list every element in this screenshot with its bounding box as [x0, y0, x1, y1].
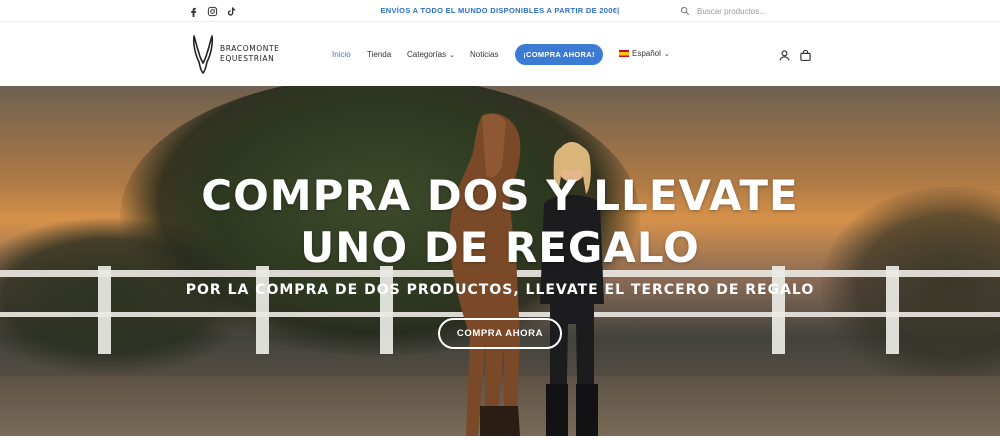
nav-inicio[interactable]: Inicio — [332, 50, 351, 59]
hero-buy-now-button[interactable]: COMPRA AHORA — [438, 318, 562, 349]
nav-tienda[interactable]: Tienda — [367, 50, 391, 59]
shopping-bag-icon[interactable] — [799, 49, 812, 62]
search-input[interactable] — [697, 6, 867, 16]
logo-text-line2: EQUESTRIAN — [220, 54, 275, 63]
main-header: BRACOMONTE EQUESTRIAN Inicio Tienda Cate… — [0, 22, 1000, 86]
search-icon[interactable] — [680, 6, 690, 16]
hero-banner: COMPRA DOS Y LLEVATE UNO DE REGALO POR L… — [0, 86, 1000, 436]
hero-headline-line1: COMPRA DOS Y LLEVATE — [201, 171, 799, 220]
top-bar: ENVÍOS A TODO EL MUNDO DISPONIBLES A PAR… — [0, 0, 1000, 22]
fence-post — [772, 266, 785, 354]
nav-noticias[interactable]: Noticias — [470, 50, 498, 59]
hero-headline-line2: UNO DE REGALO — [300, 223, 700, 272]
page-bottom-strip — [0, 436, 1000, 441]
hero-subheadline: POR LA COMPRA DE DOS PRODUCTOS, LLEVATE … — [185, 282, 815, 298]
user-account-icon[interactable] — [778, 49, 791, 62]
chevron-down-icon: ⌄ — [449, 52, 456, 59]
nav-categorias-label: Categorías — [407, 50, 447, 59]
search-bar — [680, 3, 880, 19]
fence-post — [98, 266, 111, 354]
horse-head-logo-icon — [192, 35, 214, 74]
fence-post — [380, 266, 393, 354]
buy-now-header-button[interactable]: ¡COMPRA AHORA! — [515, 44, 603, 65]
brand-logo[interactable]: BRACOMONTE EQUESTRIAN — [190, 34, 280, 74]
language-selector[interactable]: Español ⌄ — [619, 49, 670, 58]
logo-text-line1: BRACOMONTE — [220, 44, 280, 53]
language-label: Español — [632, 49, 661, 58]
nav-categorias[interactable]: Categorías ⌄ — [407, 50, 455, 59]
spain-flag-icon — [619, 50, 629, 57]
fence-post — [256, 266, 269, 354]
chevron-down-icon: ⌄ — [663, 50, 670, 58]
fence-post — [886, 266, 899, 354]
